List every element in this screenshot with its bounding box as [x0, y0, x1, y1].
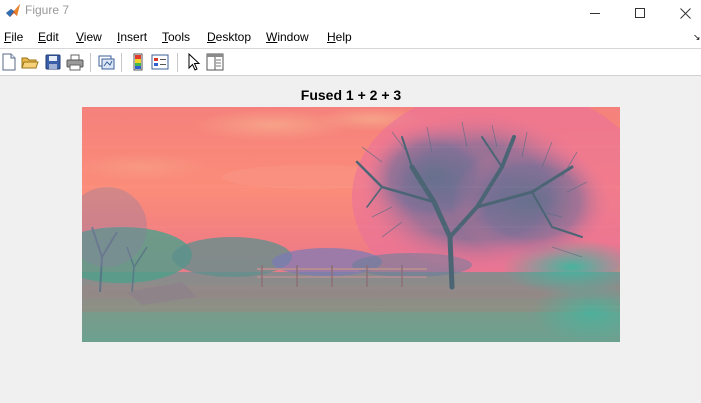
- menu-window-mnemonic: W: [266, 30, 278, 44]
- link-plot-icon[interactable]: [97, 53, 115, 71]
- window-title: Figure 7: [25, 3, 70, 17]
- minimize-icon: [590, 13, 600, 14]
- open-file-icon[interactable]: [21, 53, 39, 71]
- menu-tools[interactable]: Tools: [162, 30, 190, 44]
- save-icon[interactable]: [44, 53, 62, 71]
- toolbar-separator: [90, 53, 91, 72]
- menu-file[interactable]: File: [4, 30, 23, 44]
- insert-colorbar-icon[interactable]: [129, 53, 147, 71]
- toolbar-separator: [177, 53, 178, 72]
- menu-view-mnemonic: V: [76, 30, 84, 44]
- menu-help[interactable]: Help: [327, 30, 352, 44]
- menu-window-label: indow: [277, 30, 309, 44]
- menu-edit-mnemonic: E: [38, 30, 47, 44]
- insert-legend-icon[interactable]: [151, 53, 169, 71]
- edit-plot-pointer-icon[interactable]: [185, 53, 203, 71]
- fused-image-picture: [82, 107, 620, 342]
- menu-view[interactable]: View: [76, 30, 102, 44]
- menu-help-label: elp: [335, 30, 352, 44]
- property-inspector-icon[interactable]: [206, 53, 224, 71]
- maximize-button[interactable]: [617, 0, 663, 26]
- close-icon: [679, 7, 691, 19]
- menu-desktop[interactable]: Desktop: [207, 30, 251, 44]
- title-bar: Figure 7: [0, 0, 701, 26]
- toolbar-separator: [121, 53, 122, 72]
- menu-edit-label: dit: [46, 30, 59, 44]
- menu-edit[interactable]: Edit: [38, 30, 59, 44]
- menu-bar: File Edit View Insert Tools Desktop Wind…: [0, 26, 701, 48]
- menu-insert-label: nsert: [120, 30, 148, 44]
- menu-desktop-label: esktop: [215, 30, 252, 44]
- new-figure-icon[interactable]: [0, 53, 18, 71]
- menu-tools-label: ools: [168, 30, 191, 44]
- menu-view-label: iew: [83, 30, 102, 44]
- print-icon[interactable]: [66, 53, 84, 71]
- maximize-icon: [635, 8, 645, 18]
- axes-title: Fused 1 + 2 + 3: [300, 87, 402, 103]
- fused-image: [82, 107, 620, 342]
- menu-desktop-mnemonic: D: [207, 30, 216, 44]
- menu-overflow-arrow-icon[interactable]: ↘: [693, 32, 701, 43]
- close-button[interactable]: [662, 0, 701, 26]
- matlab-icon: [6, 4, 20, 17]
- toolbar: [0, 49, 701, 76]
- minimize-button[interactable]: [572, 0, 618, 26]
- menu-file-label: ile: [11, 30, 24, 44]
- menu-insert[interactable]: Insert: [117, 30, 147, 44]
- menu-window[interactable]: Window: [266, 30, 309, 44]
- menu-help-mnemonic: H: [327, 30, 336, 44]
